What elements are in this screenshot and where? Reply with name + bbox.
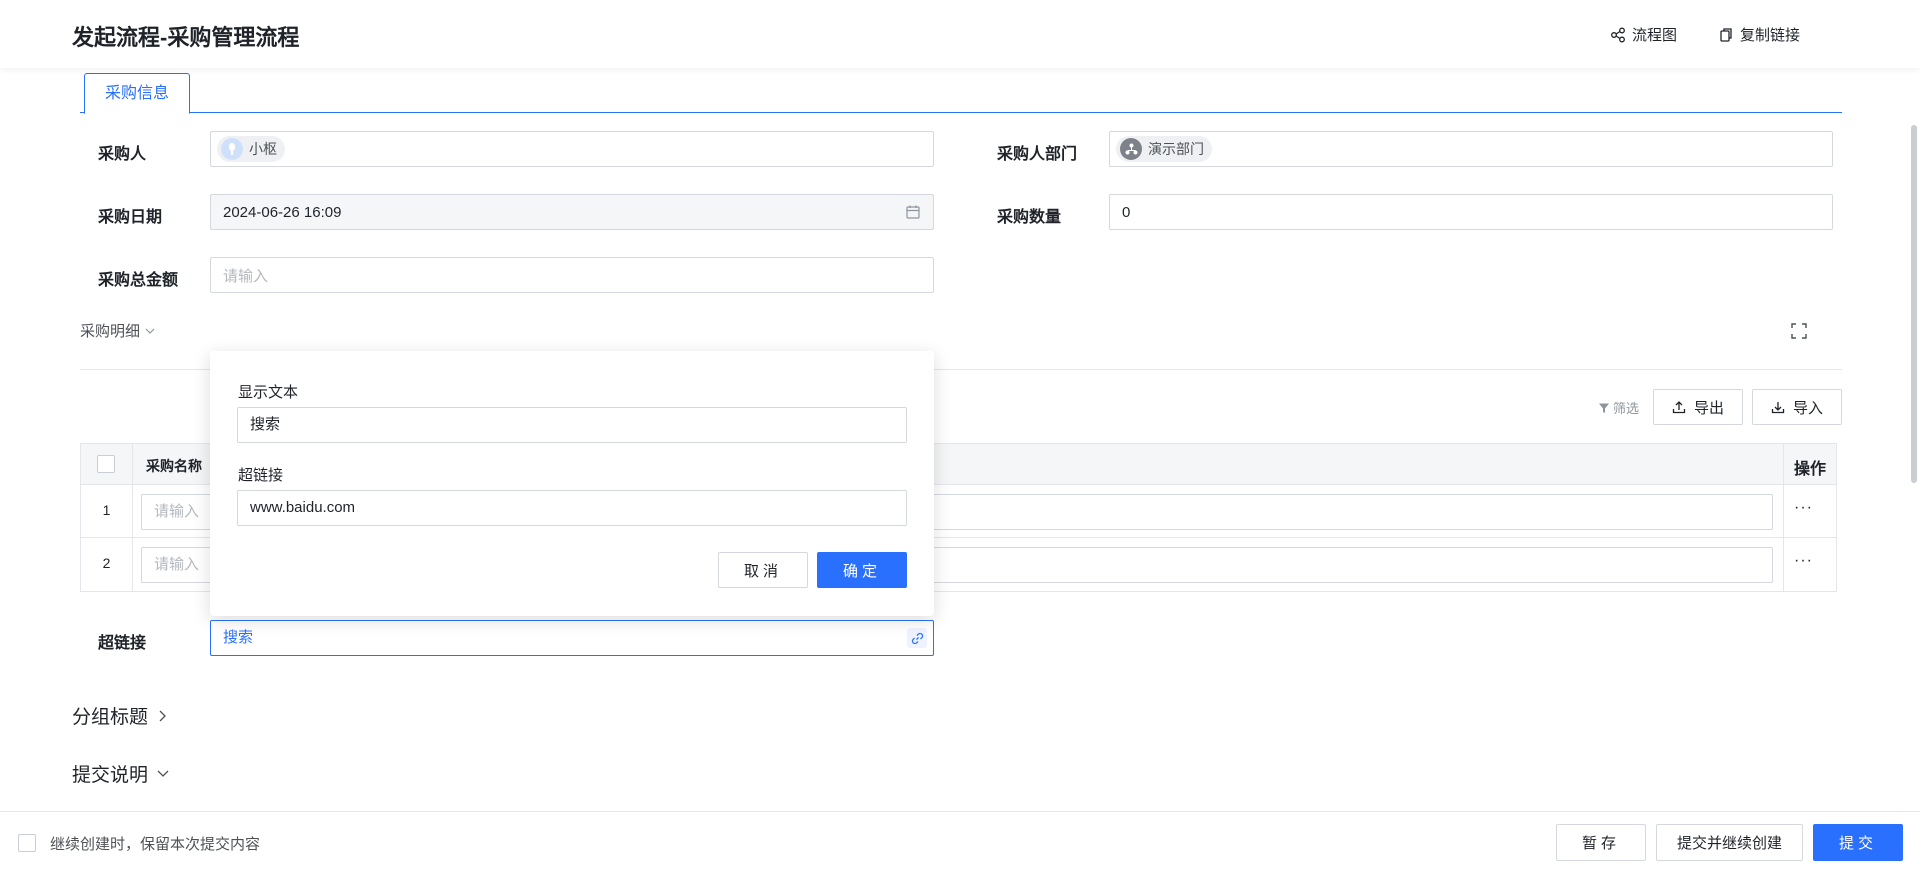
dept-field[interactable]: 演示部门 xyxy=(1109,131,1833,167)
import-label: 导入 xyxy=(1792,399,1823,417)
link-icon[interactable] xyxy=(907,628,927,648)
import-icon xyxy=(1771,402,1785,414)
detail-section-toggle[interactable]: 采购明细 xyxy=(80,320,156,341)
expand-icon[interactable] xyxy=(1790,322,1808,340)
hyperlink-popover: 显示文本 搜索 超链接 www.baidu.com 取消 确定 xyxy=(210,351,934,616)
link-url-input[interactable]: www.baidu.com xyxy=(237,490,907,526)
submit-and-continue-button[interactable]: 提交并继续创建 xyxy=(1656,824,1803,861)
row-input-placeholder: 请输入 xyxy=(154,556,200,573)
filter-icon xyxy=(1599,403,1609,413)
copy-icon xyxy=(1720,27,1732,42)
calendar-icon xyxy=(906,205,920,219)
export-button[interactable]: 导出 xyxy=(1653,389,1743,425)
buyer-chip: 小枢 xyxy=(217,136,285,162)
submit-notes-label: 提交说明 xyxy=(72,765,149,786)
confirm-button[interactable]: 确定 xyxy=(817,552,907,588)
row-index: 2 xyxy=(102,555,111,571)
quantity-field[interactable]: 0 xyxy=(1109,194,1833,230)
total-amount-placeholder: 请输入 xyxy=(223,267,269,285)
chevron-right-icon xyxy=(159,710,166,721)
display-text-label: 显示文本 xyxy=(238,384,299,401)
import-button[interactable]: 导入 xyxy=(1752,389,1842,425)
row-more-button[interactable]: ··· xyxy=(1794,499,1813,517)
flow-chart-icon xyxy=(1611,27,1625,42)
flow-chart-label: 流程图 xyxy=(1632,27,1678,44)
date-label: 采购日期 xyxy=(98,209,163,226)
group-title-label: 分组标题 xyxy=(72,707,149,728)
department-icon xyxy=(1120,138,1142,160)
column-header-name: 采购名称 xyxy=(146,458,202,474)
filter-label: 筛选 xyxy=(1613,401,1640,416)
row-input-placeholder: 请输入 xyxy=(154,503,200,520)
dept-label: 采购人部门 xyxy=(997,146,1078,163)
column-divider xyxy=(132,444,133,591)
submit-button[interactable]: 提交 xyxy=(1813,824,1903,861)
column-header-actions: 操作 xyxy=(1794,461,1827,478)
keep-content-checkbox[interactable] xyxy=(18,834,36,852)
save-draft-button[interactable]: 暂存 xyxy=(1556,824,1646,861)
quantity-value: 0 xyxy=(1122,203,1131,221)
copy-link-button[interactable]: 复制链接 xyxy=(1718,24,1800,45)
quantity-label: 采购数量 xyxy=(997,209,1062,226)
hyperlink-field[interactable]: 搜索 xyxy=(210,620,934,656)
hyperlink-label: 超链接 xyxy=(98,635,147,652)
user-avatar-icon xyxy=(221,138,243,160)
row-index: 1 xyxy=(102,502,111,518)
date-value: 2024-06-26 16:09 xyxy=(223,203,342,221)
dept-name: 演示部门 xyxy=(1148,141,1204,157)
column-divider xyxy=(1783,444,1784,591)
page-title: 发起流程-采购管理流程 xyxy=(72,25,300,50)
dept-chip: 演示部门 xyxy=(1116,136,1212,162)
filter-button[interactable]: 筛选 xyxy=(1598,398,1639,417)
tab-bar: 采购信息 xyxy=(80,73,1842,114)
footer-bar: 继续创建时，保留本次提交内容 暂存 提交并继续创建 提交 xyxy=(0,811,1920,870)
total-amount-field[interactable]: 请输入 xyxy=(210,257,934,293)
display-text-input[interactable]: 搜索 xyxy=(237,407,907,443)
page-header: 发起流程-采购管理流程 流程图 复制链接 xyxy=(0,0,1920,68)
group-title-toggle[interactable]: 分组标题 xyxy=(72,702,168,729)
keep-content-label: 继续创建时，保留本次提交内容 xyxy=(50,836,261,853)
date-field[interactable]: 2024-06-26 16:09 xyxy=(210,194,934,230)
row-more-button[interactable]: ··· xyxy=(1794,552,1813,570)
buyer-field[interactable]: 小枢 xyxy=(210,131,934,167)
copy-link-label: 复制链接 xyxy=(1740,27,1801,44)
link-url-label: 超链接 xyxy=(238,467,284,484)
export-icon xyxy=(1672,401,1686,414)
detail-section-label: 采购明细 xyxy=(80,323,141,340)
total-amount-label: 采购总金额 xyxy=(98,272,179,289)
select-all-checkbox[interactable] xyxy=(97,455,115,473)
cancel-button[interactable]: 取消 xyxy=(718,552,808,588)
flow-chart-button[interactable]: 流程图 xyxy=(1610,24,1677,45)
vertical-scrollbar[interactable] xyxy=(1911,125,1917,483)
buyer-label: 采购人 xyxy=(98,146,147,163)
chevron-down-icon xyxy=(145,328,155,334)
export-label: 导出 xyxy=(1693,399,1724,417)
hyperlink-value[interactable]: 搜索 xyxy=(223,629,253,646)
submit-notes-toggle[interactable]: 提交说明 xyxy=(72,760,170,787)
chevron-down-icon xyxy=(157,770,169,777)
buyer-name: 小枢 xyxy=(249,141,277,157)
tab-purchase-info[interactable]: 采购信息 xyxy=(84,73,191,114)
